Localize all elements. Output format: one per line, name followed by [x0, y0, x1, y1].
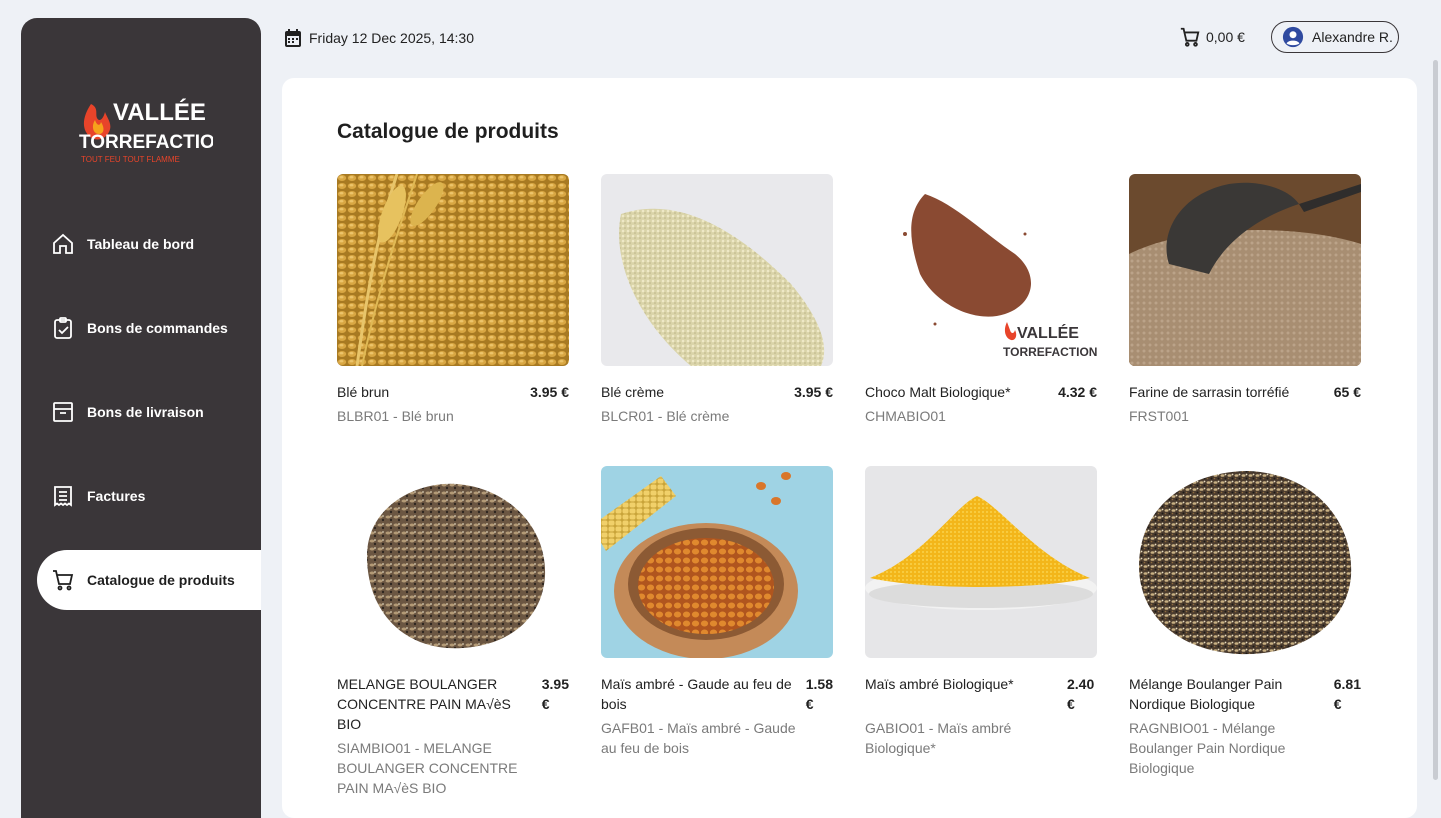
archive-box-icon [53, 402, 73, 422]
cart-total: 0,00 € [1206, 29, 1245, 45]
product-price: 4.32 € [1058, 384, 1097, 400]
product-price: 2.40 € [1067, 676, 1095, 712]
product-image[interactable] [337, 466, 569, 658]
product-card-choco-malt[interactable]: VALLÉE TORREFACTION Choco Malt Biologiqu… [865, 174, 1097, 426]
brand-line2: TORREFACTION [79, 132, 213, 153]
product-name: Choco Malt Biologique* [865, 384, 1011, 400]
sidebar-item-label: Tableau de bord [87, 236, 195, 252]
product-price: 3.95 € [794, 384, 833, 400]
product-card-mais-ambre-bio[interactable]: Maïs ambré Biologique* 2.40 € GABIO01 - M… [865, 466, 1097, 758]
product-price: 6.81 € [1333, 676, 1361, 712]
product-ref: CHMABIO01 [865, 408, 946, 424]
sidebar-item-tableau-de-bord[interactable]: Tableau de bord [37, 214, 261, 274]
product-name: Maïs ambré - Gaude au feu de bois [601, 676, 792, 712]
brand-tagline: TOUT FEU TOUT FLAMME [81, 155, 180, 164]
product-card-ble-brun[interactable]: Blé brun 3.95 € BLBR01 - Blé brun [337, 174, 569, 426]
product-card-melange-nordique[interactable]: Mélange Boulanger Pain Nordique Biologiq… [1129, 466, 1361, 778]
cream-wheat-semolina-image [601, 174, 833, 366]
product-card-ble-creme[interactable]: Blé crème 3.95 € BLCR01 - Blé crème [601, 174, 833, 426]
product-price: 1.58 € [805, 676, 833, 712]
product-price: 65 € [1333, 384, 1361, 400]
product-name: Blé crème [601, 384, 665, 400]
product-ref: GAFB01 - Maïs ambré - Gaude au feu de bo… [601, 720, 796, 756]
buckwheat-flour-image [1129, 174, 1361, 366]
current-date: Friday 12 Dec 2025, 14:30 [284, 28, 474, 48]
sidebar-item-label: Factures [87, 488, 146, 504]
yellow-cornmeal-image [865, 466, 1097, 658]
product-name: Farine de sarrasin torréfié [1129, 384, 1290, 400]
product-name: MELANGE BOULANGER CONCENTRE PAIN MA√èS B… [337, 676, 511, 732]
product-image[interactable]: VALLÉE TORREFACTION [865, 174, 1097, 366]
product-image[interactable] [601, 174, 833, 366]
product-image[interactable] [601, 466, 833, 658]
product-ref: BLBR01 - Blé brun [337, 408, 454, 424]
product-ref: BLCR01 - Blé crème [601, 408, 730, 424]
product-card-farine-sarrasin[interactable]: Farine de sarrasin torréfié 65 € FRST001 [1129, 174, 1361, 426]
product-card-melange-boulanger-mais[interactable]: MELANGE BOULANGER CONCENTRE PAIN MA√èS B… [337, 466, 569, 798]
sidebar-item-catalogue-de-produits[interactable]: Catalogue de produits [37, 550, 261, 610]
sidebar-item-label: Bons de commandes [87, 320, 228, 336]
product-ref: FRST001 [1129, 408, 1189, 424]
date-text: Friday 12 Dec 2025, 14:30 [309, 30, 474, 46]
golden-wheat-grains-image [337, 174, 569, 366]
product-price: 3.95 € [530, 384, 569, 400]
cocoa-malt-powder-image: VALLÉE TORREFACTION [865, 174, 1097, 366]
product-image[interactable] [1129, 466, 1361, 658]
roasted-corn-bowl-image [601, 466, 833, 658]
cart-icon [53, 570, 74, 591]
brand-logo[interactable]: VALLÉE TORREFACTION TOUT FEU TOUT FLAMME [73, 76, 229, 176]
product-image[interactable] [337, 174, 569, 366]
cart-button[interactable]: 0,00 € [1179, 26, 1245, 48]
svg-text:TORREFACTION: TORREFACTION [1003, 345, 1097, 359]
clipboard-check-icon [54, 317, 72, 339]
cart-icon [1180, 27, 1200, 47]
user-menu-button[interactable]: Alexandre R. [1271, 21, 1399, 53]
sidebar-item-bons-de-livraison[interactable]: Bons de livraison [37, 382, 261, 442]
receipt-icon [54, 486, 72, 507]
product-card-mais-ambre-gaude[interactable]: Maïs ambré - Gaude au feu de bois 1.58 € … [601, 466, 833, 758]
product-name: Mélange Boulanger Pain Nordique Biologiq… [1129, 676, 1283, 712]
product-ref: RAGNBIO01 - Mélange Boulanger Pain Nordi… [1129, 720, 1286, 776]
page-scrollbar[interactable] [1433, 60, 1438, 780]
seed-mix-pile-image [337, 466, 569, 658]
home-icon [53, 233, 73, 254]
product-image[interactable] [1129, 174, 1361, 366]
svg-text:VALLÉE: VALLÉE [1017, 323, 1079, 342]
user-name: Alexandre R. [1312, 29, 1393, 45]
product-ref: GABIO01 - Maïs ambré Biologique* [865, 720, 1012, 756]
product-ref: SIAMBIO01 - MELANGE BOULANGER CONCENTRE … [337, 740, 518, 796]
product-name: Maïs ambré Biologique* [865, 676, 1014, 692]
user-avatar-icon [1282, 26, 1304, 48]
brand-line1: VALLÉE [113, 98, 206, 126]
sidebar-item-label: Bons de livraison [87, 404, 204, 420]
product-image[interactable] [865, 466, 1097, 658]
nordic-seed-mix-image [1129, 466, 1361, 658]
calendar-icon [285, 29, 301, 47]
product-price: 3.95 € [541, 676, 569, 712]
sidebar-item-factures[interactable]: Factures [37, 466, 261, 526]
sidebar-item-label: Catalogue de produits [87, 572, 235, 588]
page-title: Catalogue de produits [337, 120, 559, 143]
sidebar-item-bons-de-commandes[interactable]: Bons de commandes [37, 298, 261, 358]
product-name: Blé brun [337, 384, 390, 400]
